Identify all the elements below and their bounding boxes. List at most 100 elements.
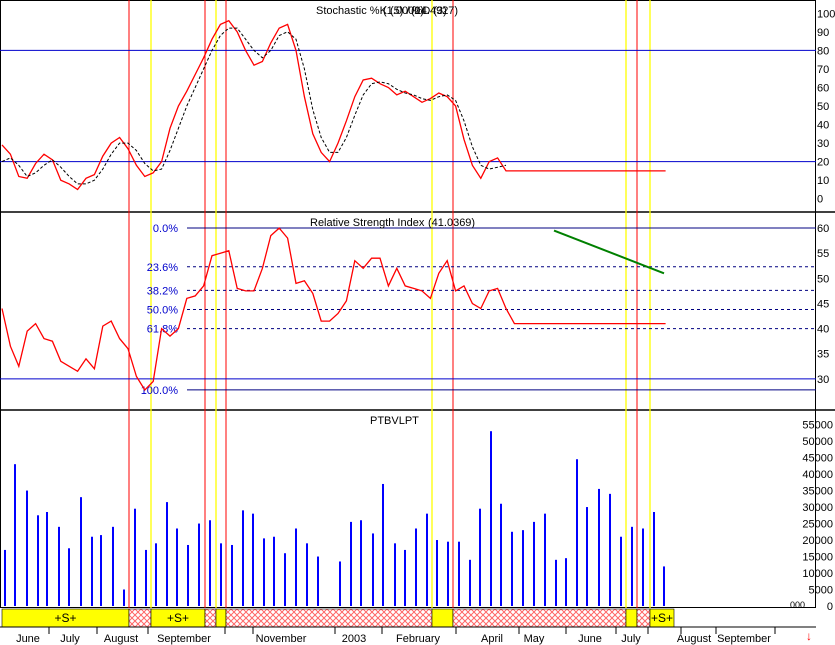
volume-bar xyxy=(415,528,417,606)
x-axis-month-label: August xyxy=(104,633,138,645)
volume-bar xyxy=(231,544,233,606)
volume-tick-label: 55000 xyxy=(802,420,833,432)
x-axis-month-label: April xyxy=(481,633,503,645)
volume-bar xyxy=(58,526,60,606)
volume-bar xyxy=(447,541,449,606)
volume-bar xyxy=(394,543,396,606)
scroll-down-arrow-icon[interactable]: ↓ xyxy=(806,629,812,643)
volume-tick-label: 40000 xyxy=(802,469,833,481)
plot-frame xyxy=(0,0,816,608)
volume-tick-label: 30000 xyxy=(802,502,833,514)
x-axis-month-label: June xyxy=(578,633,602,645)
volume-bar xyxy=(80,497,82,606)
volume-tick-label: 10000 xyxy=(802,568,833,580)
volume-bar xyxy=(134,508,136,606)
volume-bar xyxy=(166,502,168,606)
signal-band-hatch-segment xyxy=(636,608,651,628)
volume-bar xyxy=(176,528,178,606)
volume-bar xyxy=(252,513,254,606)
volume-bar xyxy=(522,530,524,606)
rsi-value-label: (41.0369) xyxy=(428,217,475,229)
stochastic-tick-label: 0 xyxy=(817,194,823,206)
stochastic-y-axis: 0 10 20 30 40 50 60 70 80 90 100 xyxy=(817,8,835,205)
rsi-panel: 30354045505560 0.0%23.6%38.2%50.0%61.8%1… xyxy=(0,217,829,397)
volume-tick-label: 5000 xyxy=(809,585,833,597)
x-axis-month-label: June xyxy=(16,633,40,645)
rsi-tick-label: 50 xyxy=(817,273,829,285)
stochastic-reference-lines xyxy=(0,49,816,163)
signal-band: +S+ +S+ +S+ xyxy=(1,608,675,628)
x-axis-month-label: November xyxy=(256,633,307,645)
volume-tick-label: 45000 xyxy=(802,453,833,465)
volume-tick-label: 35000 xyxy=(802,486,833,498)
volume-bar xyxy=(469,559,471,606)
volume-bar xyxy=(436,540,438,606)
x-axis-month-label: May xyxy=(524,633,545,645)
fib-level-label: 0.0% xyxy=(153,223,178,235)
volume-bar xyxy=(663,566,665,606)
volume-bar xyxy=(653,512,655,606)
volume-bar xyxy=(598,488,600,606)
volume-bar xyxy=(544,513,546,606)
volume-bar xyxy=(145,549,147,606)
signal-band-label: +S+ xyxy=(167,611,189,625)
volume-bar xyxy=(155,543,157,606)
x-axis-month-label: 2003 xyxy=(342,633,366,645)
volume-bar xyxy=(642,528,644,606)
volume-bars xyxy=(4,431,665,606)
stochastic-tick-label: 100 xyxy=(817,8,835,20)
volume-bar xyxy=(295,528,297,606)
stochastic-tick-label: 50 xyxy=(817,101,829,113)
volume-bar xyxy=(339,561,341,606)
volume-y-axis: 0 5000 10000 15000 20000 25000 30000 35000 40000… xyxy=(802,420,833,613)
volume-bar xyxy=(609,493,611,606)
volume-bar xyxy=(350,521,352,606)
volume-bar xyxy=(242,510,244,606)
rsi-tick-label: 60 xyxy=(817,223,829,235)
volume-bar xyxy=(631,526,633,606)
x-axis: June July August September November 2003 Febru… xyxy=(0,626,816,645)
rsi-fibonacci-levels: 0.0%23.6%38.2%50.0%61.8%100.0% xyxy=(141,223,816,397)
volume-bar xyxy=(284,553,286,606)
volume-bar xyxy=(360,520,362,606)
volume-bar xyxy=(306,543,308,606)
volume-axis-stray-label: 000 xyxy=(790,600,805,610)
stochastic-tick-label: 20 xyxy=(817,157,829,169)
signal-band-yellow-segment xyxy=(215,608,227,628)
signal-band-hatch-segment xyxy=(128,608,152,628)
fib-level-label: 50.0% xyxy=(147,304,178,316)
x-axis-month-label: September xyxy=(717,633,771,645)
fib-level-label: 38.2% xyxy=(147,285,178,297)
stochastic-tick-label: 10 xyxy=(817,175,829,187)
x-axis-month-label: July xyxy=(621,633,641,645)
volume-tick-label: 20000 xyxy=(802,535,833,547)
volume-panel: 0 5000 10000 15000 20000 25000 30000 35000 40000… xyxy=(4,415,833,613)
volume-bar xyxy=(565,558,567,606)
signal-band-label: +S+ xyxy=(54,611,76,625)
volume-bar xyxy=(372,533,374,606)
stochastic-tick-label: 40 xyxy=(817,120,829,132)
volume-bar xyxy=(220,543,222,606)
signal-band-label: +S+ xyxy=(651,611,673,625)
rsi-tick-label: 55 xyxy=(817,248,829,260)
volume-bar xyxy=(4,549,6,606)
volume-bar xyxy=(382,483,384,606)
rsi-tick-label: 40 xyxy=(817,324,829,336)
stochastic-d-line xyxy=(1,27,507,185)
volume-bar xyxy=(100,535,102,606)
stochastic-k-line xyxy=(1,19,666,191)
rsi-y-axis: 30 35 40 45 50 55 60 xyxy=(817,223,829,386)
stochastic-tick-label: 70 xyxy=(817,64,829,76)
volume-bar xyxy=(533,521,535,606)
volume-tick-label: 0 xyxy=(827,601,833,613)
volume-bar xyxy=(14,464,16,606)
volume-bar xyxy=(479,508,481,606)
volume-bar xyxy=(209,520,211,606)
vertical-markers xyxy=(128,0,651,608)
chart-canvas: 0102030405060708090100 Stochastic %K (5)… xyxy=(0,0,835,645)
volume-tick-label: 50000 xyxy=(802,436,833,448)
rsi-tick-label: 35 xyxy=(817,349,829,361)
x-axis-month-label: September xyxy=(157,633,211,645)
rsi-tick-label: 30 xyxy=(817,374,829,386)
x-axis-month-label: February xyxy=(396,633,441,645)
